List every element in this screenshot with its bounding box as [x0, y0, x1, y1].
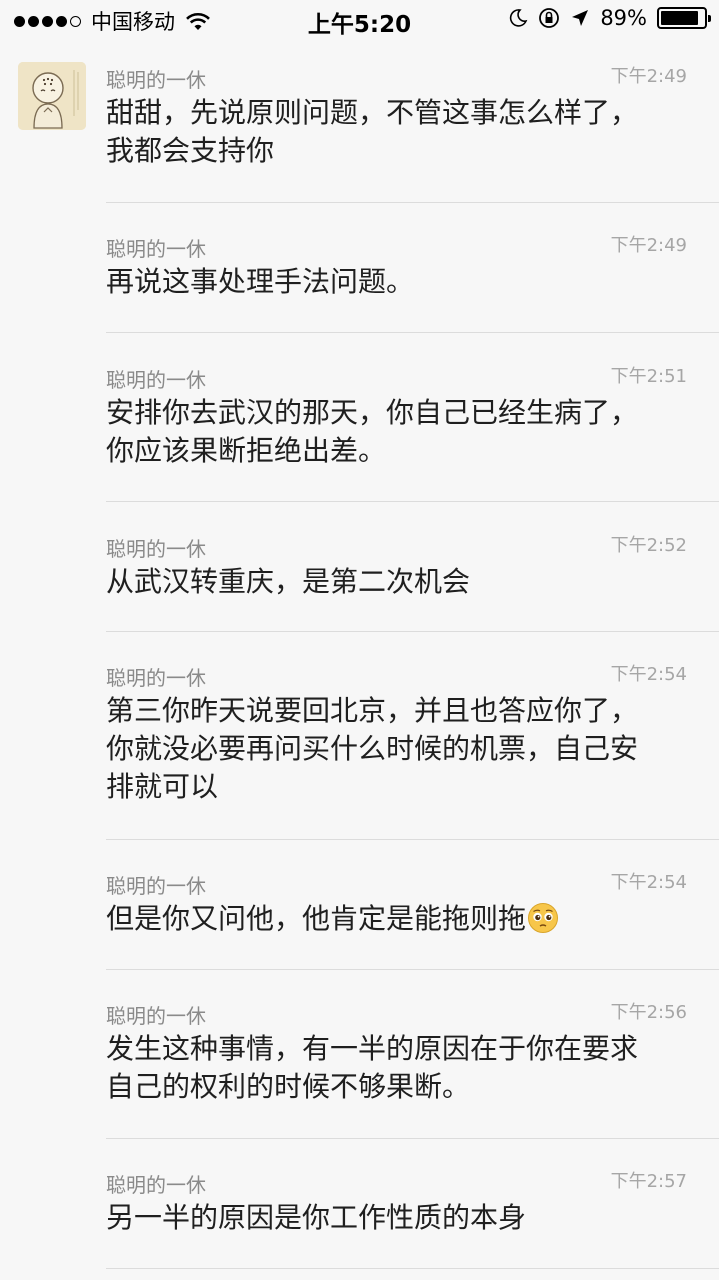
message-text: 再说这事处理手法问题。	[106, 265, 415, 298]
message-item[interactable]: 聪明的一休 下午2:51 安排你去武汉的那天，你自己已经生病了， 你应该果断拒绝…	[106, 364, 719, 502]
avatar[interactable]	[18, 62, 86, 130]
message-text: 甜甜，先说原则问题，不管这事怎么样了， 我都会支持你	[106, 96, 639, 167]
message-item[interactable]: 聪明的一休 下午2:57 另一半的原因是你工作性质的本身	[106, 1169, 719, 1269]
message-text: 第三你昨天说要回北京，并且也答应你了， 你就没必要再问买什么时候的机票，自己安 …	[106, 694, 639, 803]
message-text: 发生这种事情，有一半的原因在于你在要求 自己的权利的时候不够果断。	[106, 1032, 639, 1103]
message-sender: 聪明的一休	[106, 1004, 206, 1028]
message-item[interactable]: 聪明的一休 下午2:52 从武汉转重庆，是第二次机会	[106, 533, 719, 632]
message-text: 另一半的原因是你工作性质的本身	[106, 1201, 527, 1234]
message-time: 下午2:51	[610, 366, 687, 387]
message-sender: 聪明的一休	[106, 666, 206, 690]
divider	[106, 969, 719, 970]
message-sender: 聪明的一休	[106, 537, 206, 561]
message-item[interactable]: 聪明的一休 下午2:56 发生这种事情，有一半的原因在于你在要求 自己的权利的时…	[106, 1000, 719, 1139]
message-text-content: 但是你又问他，他肯定是能拖则拖	[106, 902, 527, 935]
message-time: 下午2:52	[610, 535, 687, 556]
message-item[interactable]: 聪明的一休 下午2:54 但是你又问他，他肯定是能拖则拖	[106, 870, 719, 970]
status-bar: 中国移动 上午5:20 89%	[0, 0, 719, 40]
location-arrow-icon	[572, 10, 589, 26]
message-text: 从武汉转重庆，是第二次机会	[106, 565, 471, 598]
divider	[106, 202, 719, 203]
message-sender: 聪明的一休	[106, 68, 206, 92]
message-time: 下午2:49	[610, 235, 687, 256]
message-sender: 聪明的一休	[106, 874, 206, 898]
do-not-disturb-moon-icon	[510, 9, 528, 27]
battery-icon	[657, 7, 711, 29]
divider	[106, 1268, 719, 1269]
message-item[interactable]: 聪明的一休 下午2:49 再说这事处理手法问题。	[106, 233, 719, 333]
divider	[106, 332, 719, 333]
message-sender: 聪明的一休	[106, 1173, 206, 1197]
message-time: 下午2:56	[610, 1002, 687, 1023]
message-sender: 聪明的一休	[106, 237, 206, 261]
message-item[interactable]: 聪明的一休 下午2:49 甜甜，先说原则问题，不管这事怎么样了， 我都会支持你	[106, 64, 719, 203]
message-sender: 聪明的一休	[106, 368, 206, 392]
monk-avatar-icon	[18, 62, 86, 130]
message-time: 下午2:54	[610, 664, 687, 685]
divider	[106, 839, 719, 840]
message-time: 下午2:54	[610, 872, 687, 893]
message-text: 安排你去武汉的那天，你自己已经生病了， 你应该果断拒绝出差。	[106, 396, 639, 467]
battery-percent: 89%	[600, 6, 647, 30]
battery-level	[661, 11, 699, 25]
divider	[106, 1138, 719, 1139]
pleading-face-emoji-icon	[528, 903, 559, 933]
message-time: 下午2:49	[610, 66, 687, 87]
message-time: 下午2:57	[610, 1171, 687, 1192]
divider	[106, 501, 719, 502]
message-text: 但是你又问他，他肯定是能拖则拖	[106, 900, 696, 938]
status-right: 89%	[508, 6, 711, 30]
message-item[interactable]: 聪明的一休 下午2:54 第三你昨天说要回北京，并且也答应你了， 你就没必要再问…	[106, 662, 719, 840]
rotation-lock-icon	[539, 8, 560, 28]
divider	[106, 631, 719, 632]
